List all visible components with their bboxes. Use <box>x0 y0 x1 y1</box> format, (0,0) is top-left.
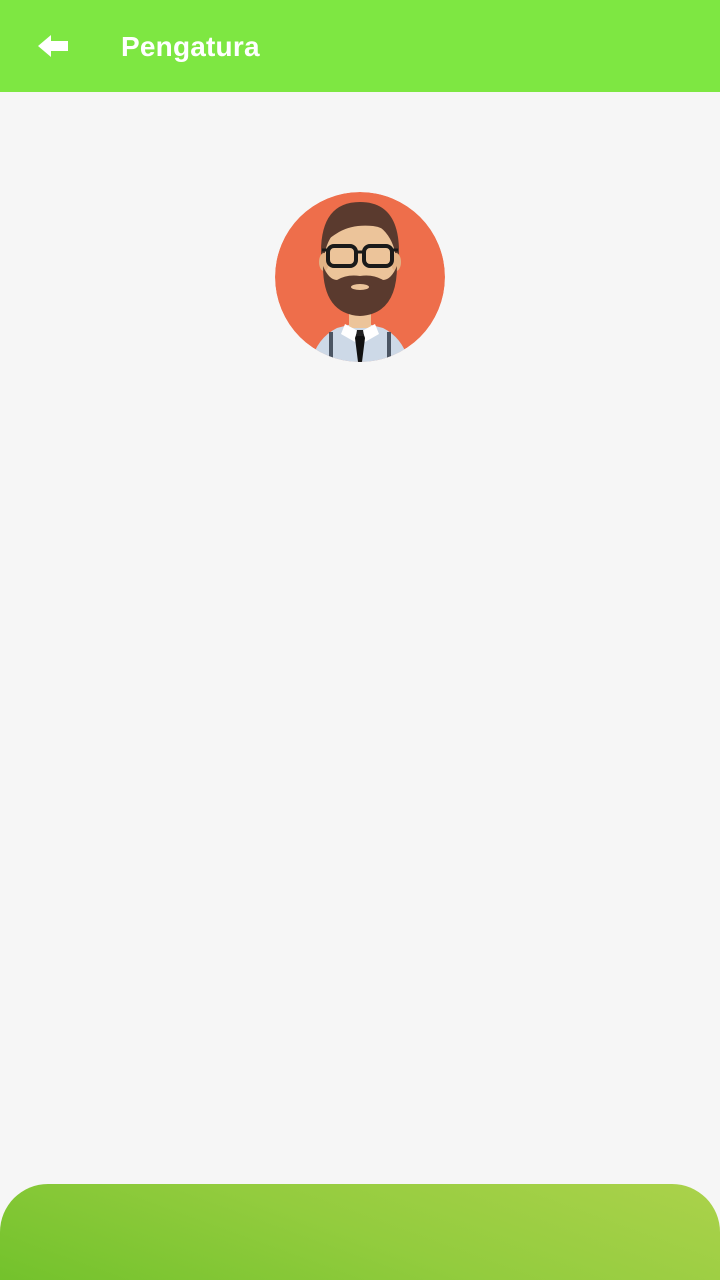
bottom-panel <box>0 1184 720 1280</box>
arrow-left-icon <box>38 35 68 57</box>
profile-avatar <box>275 192 445 362</box>
page-title: Pengatura <box>121 31 260 62</box>
app-bar: Pengatura <box>0 0 720 92</box>
avatar-man-beard-glasses-icon <box>275 192 445 362</box>
back-button[interactable] <box>30 24 78 68</box>
